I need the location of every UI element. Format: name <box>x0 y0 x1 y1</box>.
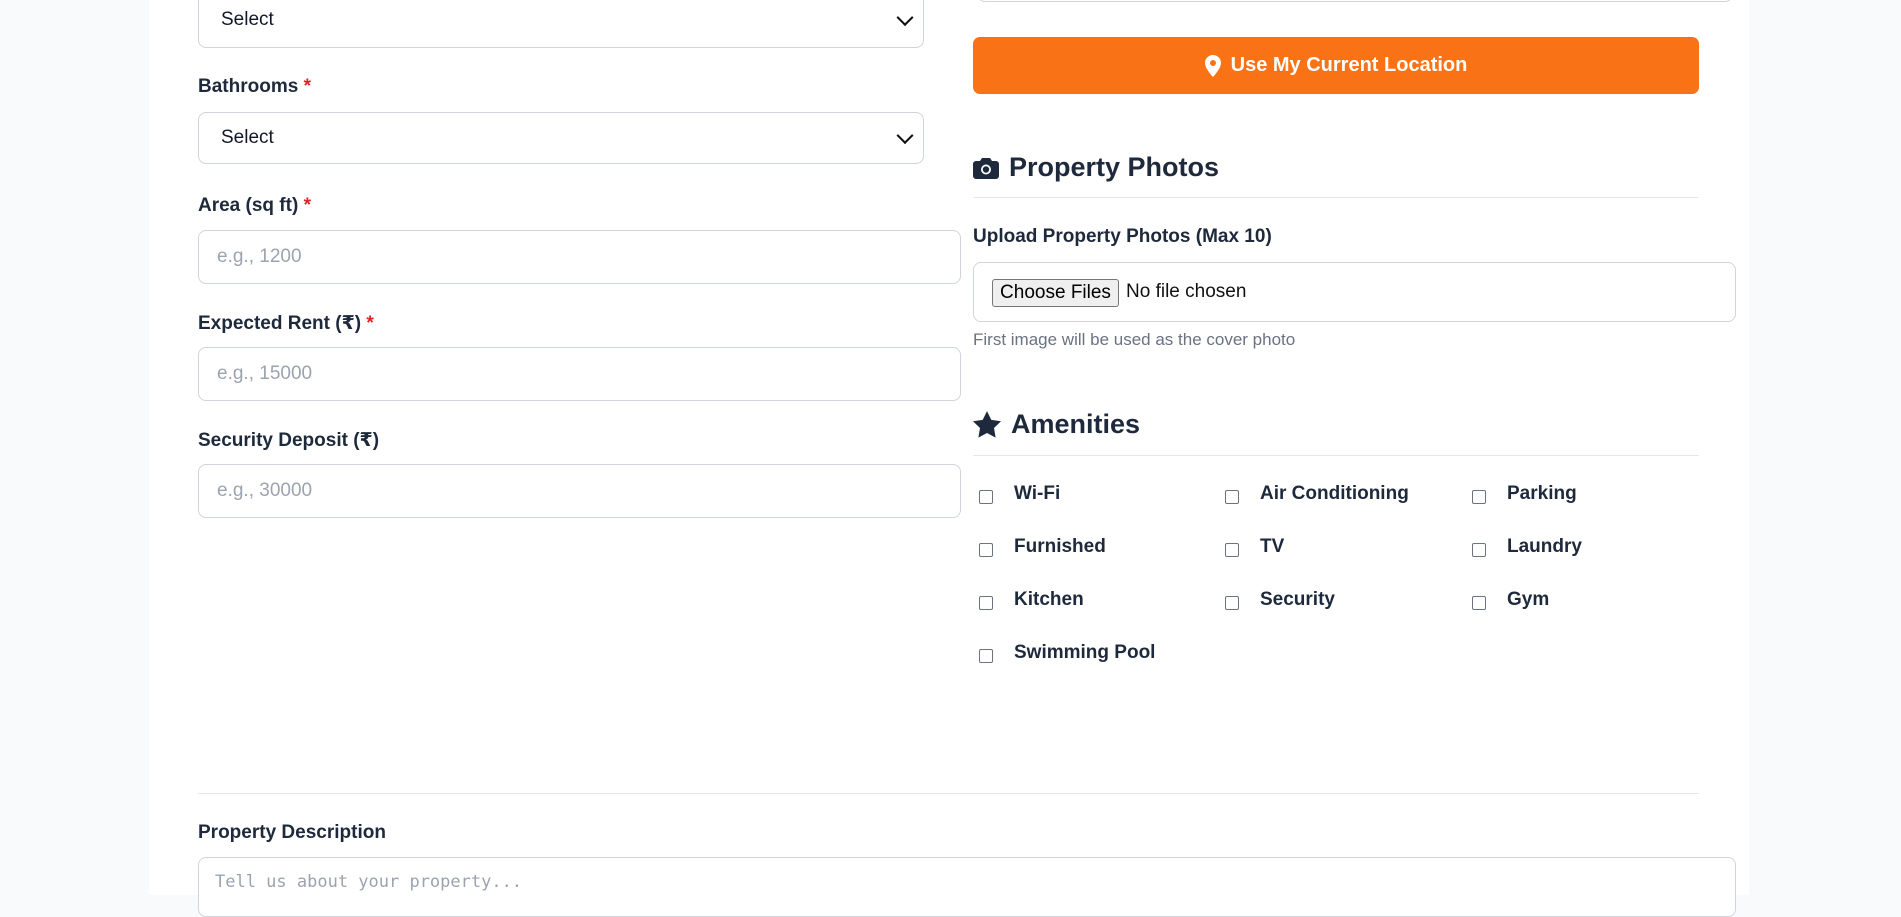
description-divider <box>198 793 1699 794</box>
star-icon <box>973 411 1001 438</box>
security-deposit-input[interactable]: e.g., 30000 <box>198 464 961 518</box>
amenity-checkbox[interactable] <box>1225 490 1239 504</box>
amenity-furnished[interactable]: Furnished <box>979 536 1106 558</box>
bathrooms-label: Bathrooms * <box>198 76 311 97</box>
cover-photo-hint: First image will be used as the cover ph… <box>973 330 1296 349</box>
amenity-checkbox[interactable] <box>1225 596 1239 610</box>
expected-rent-label: Expected Rent (₹) * <box>198 313 374 334</box>
photos-divider <box>973 197 1699 198</box>
amenity-checkbox[interactable] <box>979 596 993 610</box>
amenity-checkbox[interactable] <box>979 490 993 504</box>
amenity-laundry[interactable]: Laundry <box>1472 536 1582 558</box>
amenity-checkbox[interactable] <box>1472 543 1486 557</box>
area-input[interactable]: e.g., 1200 <box>198 230 961 284</box>
use-current-location-label: Use My Current Location <box>1230 54 1468 76</box>
description-placeholder: Tell us about your property... <box>215 872 523 892</box>
choose-files-button[interactable]: Choose Files <box>992 279 1119 307</box>
amenity-checkbox[interactable] <box>979 649 993 663</box>
expected-rent-placeholder: e.g., 15000 <box>217 363 313 384</box>
amenity-gym[interactable]: Gym <box>1472 589 1549 611</box>
amenity-air-conditioning[interactable]: Air Conditioning <box>1225 483 1409 505</box>
area-placeholder: e.g., 1200 <box>217 246 302 267</box>
location-field[interactable] <box>977 0 1733 2</box>
amenity-security[interactable]: Security <box>1225 589 1335 611</box>
amenity-checkbox[interactable] <box>1472 596 1486 610</box>
expected-rent-input[interactable]: e.g., 15000 <box>198 347 961 401</box>
security-deposit-placeholder: e.g., 30000 <box>217 480 313 501</box>
amenity-checkbox[interactable] <box>979 543 993 557</box>
amenity-wifi[interactable]: Wi-Fi <box>979 483 1060 505</box>
area-label: Area (sq ft) * <box>198 195 311 216</box>
property-description-textarea[interactable]: Tell us about your property... <box>198 857 1736 917</box>
property-photos-heading: Property Photos <box>973 152 1219 183</box>
camera-icon <box>973 157 999 179</box>
bedrooms-select-value: Select <box>221 9 274 30</box>
amenity-parking[interactable]: Parking <box>1472 483 1577 505</box>
photo-upload-input[interactable]: Choose Files No file chosen <box>973 262 1736 322</box>
map-pin-icon <box>1204 54 1221 77</box>
chevron-down-icon <box>896 9 914 27</box>
bedrooms-select[interactable]: Select <box>198 0 924 48</box>
bathrooms-select-value: Select <box>221 127 274 148</box>
upload-photos-label: Upload Property Photos (Max 10) <box>973 226 1272 247</box>
bathrooms-select[interactable]: Select <box>198 112 924 164</box>
amenity-tv[interactable]: TV <box>1225 536 1284 558</box>
use-current-location-button[interactable]: Use My Current Location <box>973 37 1699 94</box>
amenity-kitchen[interactable]: Kitchen <box>979 589 1084 611</box>
amenities-heading: Amenities <box>973 409 1140 440</box>
security-deposit-label: Security Deposit (₹) <box>198 430 380 451</box>
file-status-text: No file chosen <box>1126 281 1247 302</box>
amenity-swimming-pool[interactable]: Swimming Pool <box>979 642 1155 664</box>
chevron-down-icon <box>896 127 914 145</box>
property-description-label: Property Description <box>198 822 386 843</box>
amenity-checkbox[interactable] <box>1225 543 1239 557</box>
amenity-checkbox[interactable] <box>1472 490 1486 504</box>
amenities-divider <box>973 455 1699 456</box>
